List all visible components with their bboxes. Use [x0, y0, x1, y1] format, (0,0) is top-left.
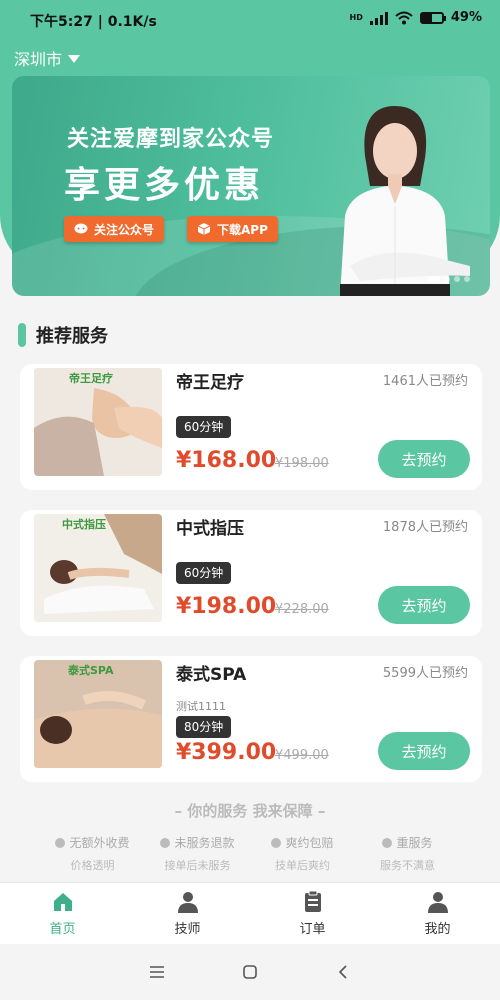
service-name: 帝王足疗: [176, 373, 244, 393]
wifi-icon: [395, 11, 413, 24]
banner-tagline: 享更多优惠: [64, 165, 265, 206]
tab-profile[interactable]: 我的: [375, 883, 500, 944]
carousel-dot[interactable]: [464, 276, 470, 282]
tab-label: 订单: [299, 922, 326, 937]
duration-badge: 80分钟: [176, 716, 232, 738]
section-header: 推荐服务: [18, 322, 108, 348]
service-note: 测试1111: [176, 700, 226, 713]
tab-label: 首页: [49, 922, 76, 937]
carousel-dot[interactable]: [454, 276, 460, 282]
chevron-down-icon: [68, 55, 81, 63]
status-bar: 下午5:27 | 0.1K/s HD 49%: [0, 0, 500, 38]
shield-icon: [55, 837, 66, 848]
chat-icon: [74, 223, 88, 234]
tab-label: 我的: [424, 922, 451, 937]
guarantee-item: 无额外收费 价格透明: [43, 834, 143, 873]
duration-badge: 60分钟: [176, 416, 232, 438]
battery-icon: [419, 11, 446, 24]
download-app-button[interactable]: 下载APP: [187, 216, 278, 242]
status-icons: HD 49%: [350, 10, 482, 25]
compensation-icon: [271, 837, 282, 848]
original-price: ¥198.00: [275, 456, 329, 471]
service-name: 泰式SPA: [176, 665, 247, 685]
carousel-dot[interactable]: [444, 276, 450, 282]
book-button[interactable]: 去预约: [378, 586, 470, 624]
network-speed: 0.1K/s: [107, 14, 157, 30]
svg-text:中式指压: 中式指压: [62, 517, 106, 531]
service-image: 帝王足疗: [34, 368, 162, 476]
technician-icon: [177, 892, 198, 913]
original-price: ¥499.00: [275, 748, 329, 763]
back-icon[interactable]: [332, 961, 354, 983]
book-button[interactable]: 去预约: [378, 440, 470, 478]
original-price: ¥228.00: [275, 602, 329, 617]
order-icon: [304, 890, 321, 912]
refund-icon: [160, 837, 171, 848]
profile-icon: [427, 892, 448, 913]
battery-percent: 49%: [450, 10, 482, 25]
menu-icon[interactable]: [146, 961, 168, 983]
guarantee-item-title: 爽约包赔: [285, 836, 334, 850]
hd-label: HD: [349, 13, 363, 22]
system-nav-bar: [0, 944, 500, 1000]
home-icon: [53, 893, 72, 911]
carousel-dot[interactable]: [428, 276, 440, 282]
guarantee-item-sub: 技单后爽约: [275, 859, 330, 872]
booking-count: 1878人已预约: [382, 520, 468, 535]
clock: 下午5:27: [30, 14, 93, 30]
home-square-icon[interactable]: [239, 961, 261, 983]
book-button[interactable]: 去预约: [378, 732, 470, 770]
service-price: ¥198.00: [176, 594, 277, 619]
service-image: 泰式SPA: [34, 660, 162, 768]
service-card[interactable]: 中式指压 中式指压 1878人已预约 60分钟 ¥198.00 ¥228.00 …: [20, 510, 482, 636]
svg-text:泰式SPA: 泰式SPA: [67, 663, 114, 677]
section-accent: [18, 323, 26, 347]
bottom-tab-bar: 首页 技师 订单 我的: [0, 882, 500, 944]
guarantee-item: 爽约包赔 技单后爽约: [253, 834, 353, 873]
booking-count: 1461人已预约: [382, 374, 468, 389]
guarantee-item-sub: 价格透明: [70, 859, 115, 872]
follow-label: 关注公众号: [94, 222, 155, 237]
promo-banner[interactable]: 关注爱摩到家公众号 享更多优惠 关注公众号 下载APP: [12, 76, 490, 296]
service-card[interactable]: 帝王足疗 帝王足疗 1461人已预约 60分钟 ¥168.00 ¥198.00 …: [20, 364, 482, 490]
guarantee-list: 无额外收费 价格透明 未服务退款 接单后未服务 爽约包赔 技单后爽约 重服务 服…: [0, 834, 500, 873]
download-label: 下载APP: [217, 222, 268, 237]
service-name: 中式指压: [176, 519, 244, 539]
guarantee-item: 重服务 服务不满意: [358, 834, 458, 873]
tab-home[interactable]: 首页: [0, 883, 125, 944]
model-image: [340, 106, 470, 296]
battery-fill: [421, 13, 432, 22]
tab-technician[interactable]: 技师: [125, 883, 250, 944]
carousel-indicators[interactable]: [428, 276, 470, 282]
guarantee-item-title: 重服务: [396, 836, 433, 850]
signal-icon: [369, 11, 388, 25]
guarantee-item-sub: 接单后未服务: [164, 859, 231, 872]
service-card[interactable]: 泰式SPA 泰式SPA 5599人已预约 测试1111 80分钟 ¥399.00…: [20, 656, 482, 782]
city-selector[interactable]: 深圳市: [14, 46, 81, 70]
duration-badge: 60分钟: [176, 562, 232, 584]
booking-count: 5599人已预约: [382, 666, 468, 681]
tab-orders[interactable]: 订单: [250, 883, 375, 944]
box-icon: [197, 223, 211, 235]
guarantee-item-sub: 服务不满意: [380, 859, 435, 872]
tab-label: 技师: [174, 922, 201, 937]
redo-service-icon: [382, 837, 393, 848]
section-title: 推荐服务: [36, 326, 108, 347]
guarantee-title: – 你的服务 我来保障 –: [174, 802, 326, 820]
guarantee-item: 未服务退款 接单后未服务: [148, 834, 248, 873]
service-price: ¥168.00: [176, 448, 277, 473]
service-image: 中式指压: [34, 514, 162, 622]
status-time: 下午5:27 | 0.1K/s: [30, 14, 157, 30]
follow-account-button[interactable]: 关注公众号: [64, 216, 165, 242]
banner-headline: 关注爱摩到家公众号: [67, 127, 275, 152]
service-price: ¥399.00: [176, 740, 277, 765]
guarantee-item-title: 无额外收费: [69, 836, 130, 850]
svg-text:帝王足疗: 帝王足疗: [69, 371, 113, 385]
guarantee-item-title: 未服务退款: [174, 836, 235, 850]
city-name: 深圳市: [14, 50, 63, 69]
